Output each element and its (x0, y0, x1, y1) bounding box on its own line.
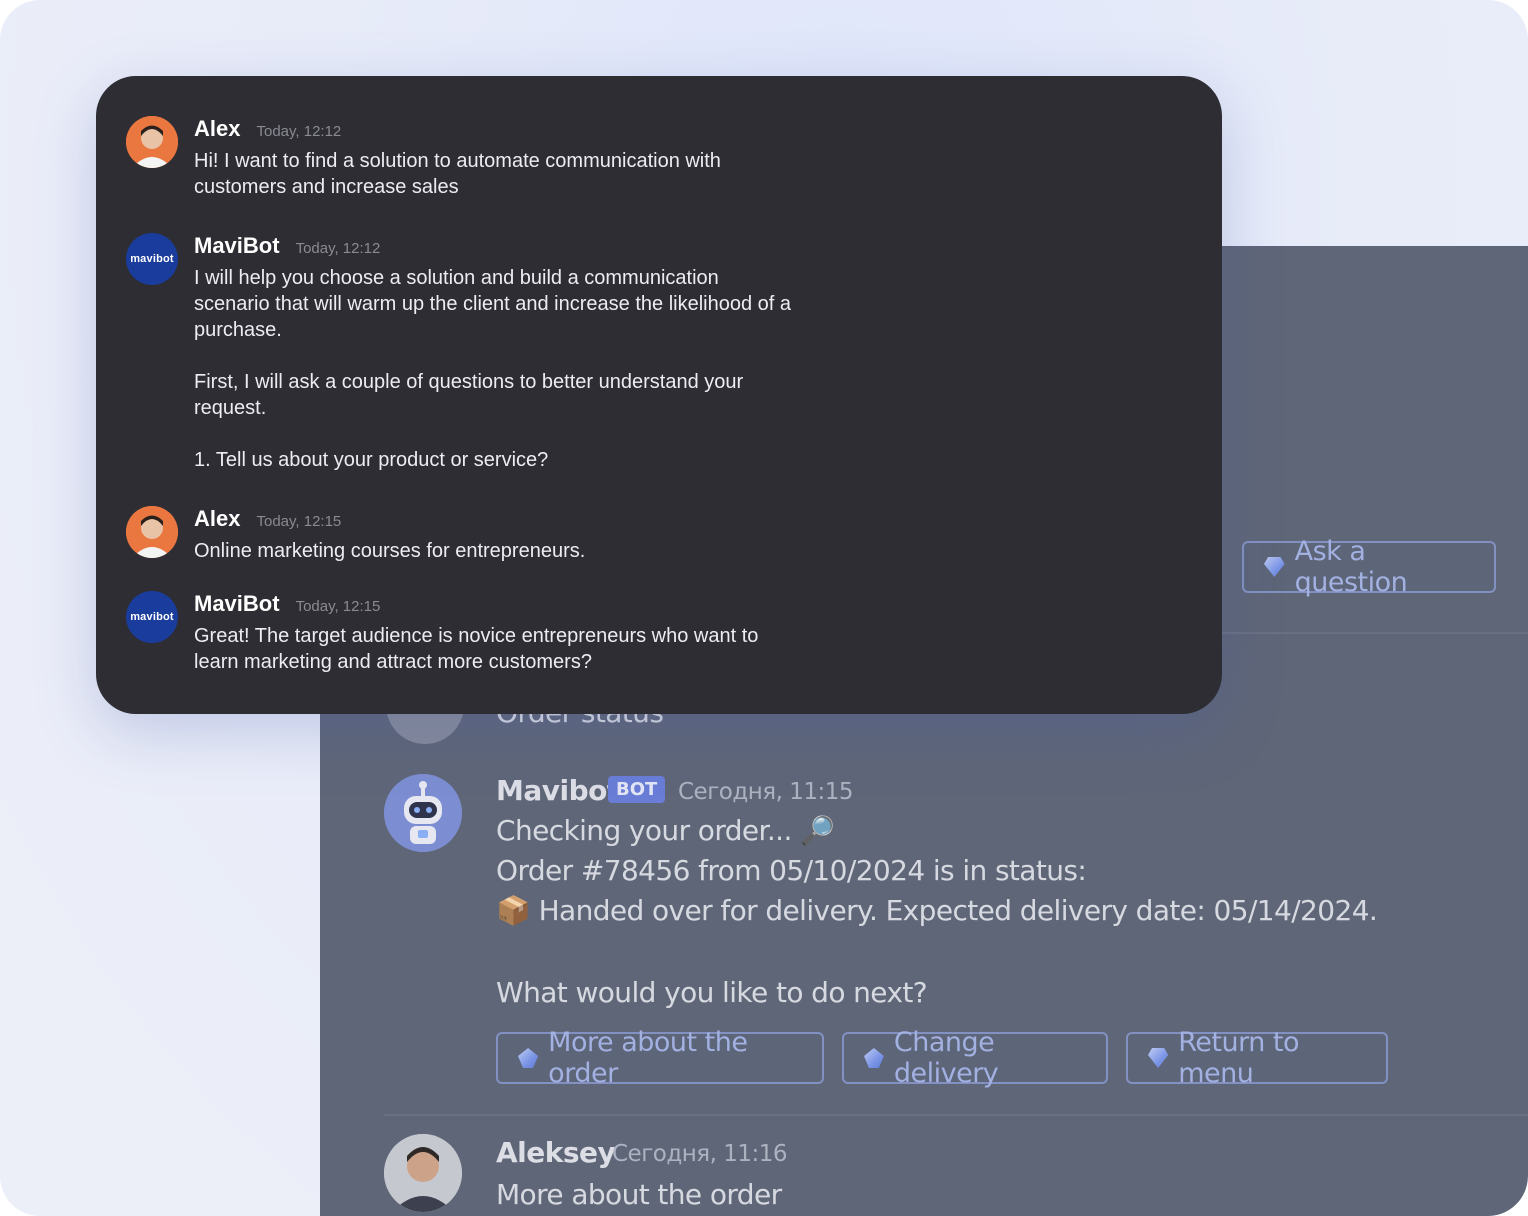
message-text: Great! The target audience is novice ent… (194, 625, 759, 673)
bot-message-line: Order #78456 from 05/10/2024 is in statu… (496, 854, 1087, 887)
page: Ask a question Order status (0, 0, 1528, 1216)
divider (384, 1114, 1528, 1116)
button-label: Change delivery (893, 1027, 999, 1089)
aleksey-avatar (384, 1134, 462, 1212)
author-name: Alex (194, 116, 241, 141)
chat-card: Alex Today, 12:12 Hi! I want to find a s… (96, 76, 1222, 714)
gem-icon (1148, 1048, 1169, 1068)
message-header: Alex Today, 12:12 (194, 116, 341, 142)
bot-message-time: Сегодня, 11:15 (678, 779, 854, 805)
bot-badge: BOT (608, 776, 666, 803)
more-about-order-button[interactable]: More about the order (496, 1027, 824, 1089)
bot-message-line: What would you like to do next? (496, 976, 928, 1009)
message-time: Today, 12:15 (256, 513, 342, 530)
bot-message-line: Checking your order... 🔎 (496, 814, 835, 847)
bot-author-name: Mavibot (496, 774, 620, 807)
message-header: MaviBot Today, 12:12 (194, 233, 380, 259)
message-time: Today, 12:12 (256, 123, 342, 140)
user-message-text: More about the order (496, 1178, 782, 1211)
change-delivery-button[interactable]: Change delivery (842, 1027, 1108, 1089)
author-name: MaviBot (194, 591, 280, 616)
person-photo-icon (384, 1134, 462, 1212)
mavibot-logo-avatar: mavibot (126, 591, 178, 643)
mavibot-robot-avatar (384, 774, 462, 852)
mavibot-logo-avatar: mavibot (126, 233, 178, 285)
button-label: More about the order (548, 1027, 748, 1089)
alex-avatar (126, 116, 178, 168)
message-text: Online marketing courses for entrepreneu… (194, 540, 586, 562)
user-author-name: Aleksey (496, 1136, 616, 1169)
message-text: I will help you choose a solution and bu… (194, 267, 791, 471)
user-message-time: Сегодня, 11:16 (612, 1141, 788, 1167)
mavibot-logo: mavibot (130, 253, 174, 265)
message-text: Hi! I want to find a solution to automat… (194, 150, 721, 198)
bot-message-line: 📦 Handed over for delivery. Expected del… (496, 894, 1378, 927)
gem-icon (1264, 557, 1285, 577)
mavibot-logo: mavibot (130, 611, 174, 623)
alex-avatar (126, 506, 178, 558)
message-time: Today, 12:15 (295, 598, 381, 615)
author-name: Alex (194, 506, 241, 531)
robot-icon (384, 774, 462, 852)
person-photo-icon (126, 506, 178, 558)
gem-icon (864, 1048, 884, 1068)
return-to-menu-button[interactable]: Return to menu (1126, 1027, 1388, 1089)
button-label: Return to menu (1178, 1027, 1300, 1089)
ask-question-button[interactable]: Ask a question (1242, 536, 1496, 598)
message-header: Alex Today, 12:15 (194, 506, 341, 532)
author-name: MaviBot (194, 233, 280, 258)
message-header: MaviBot Today, 12:15 (194, 591, 380, 617)
ask-question-label: Ask a question (1294, 536, 1408, 598)
person-photo-icon (126, 116, 178, 168)
message-time: Today, 12:12 (295, 240, 381, 257)
gem-icon (518, 1048, 539, 1068)
